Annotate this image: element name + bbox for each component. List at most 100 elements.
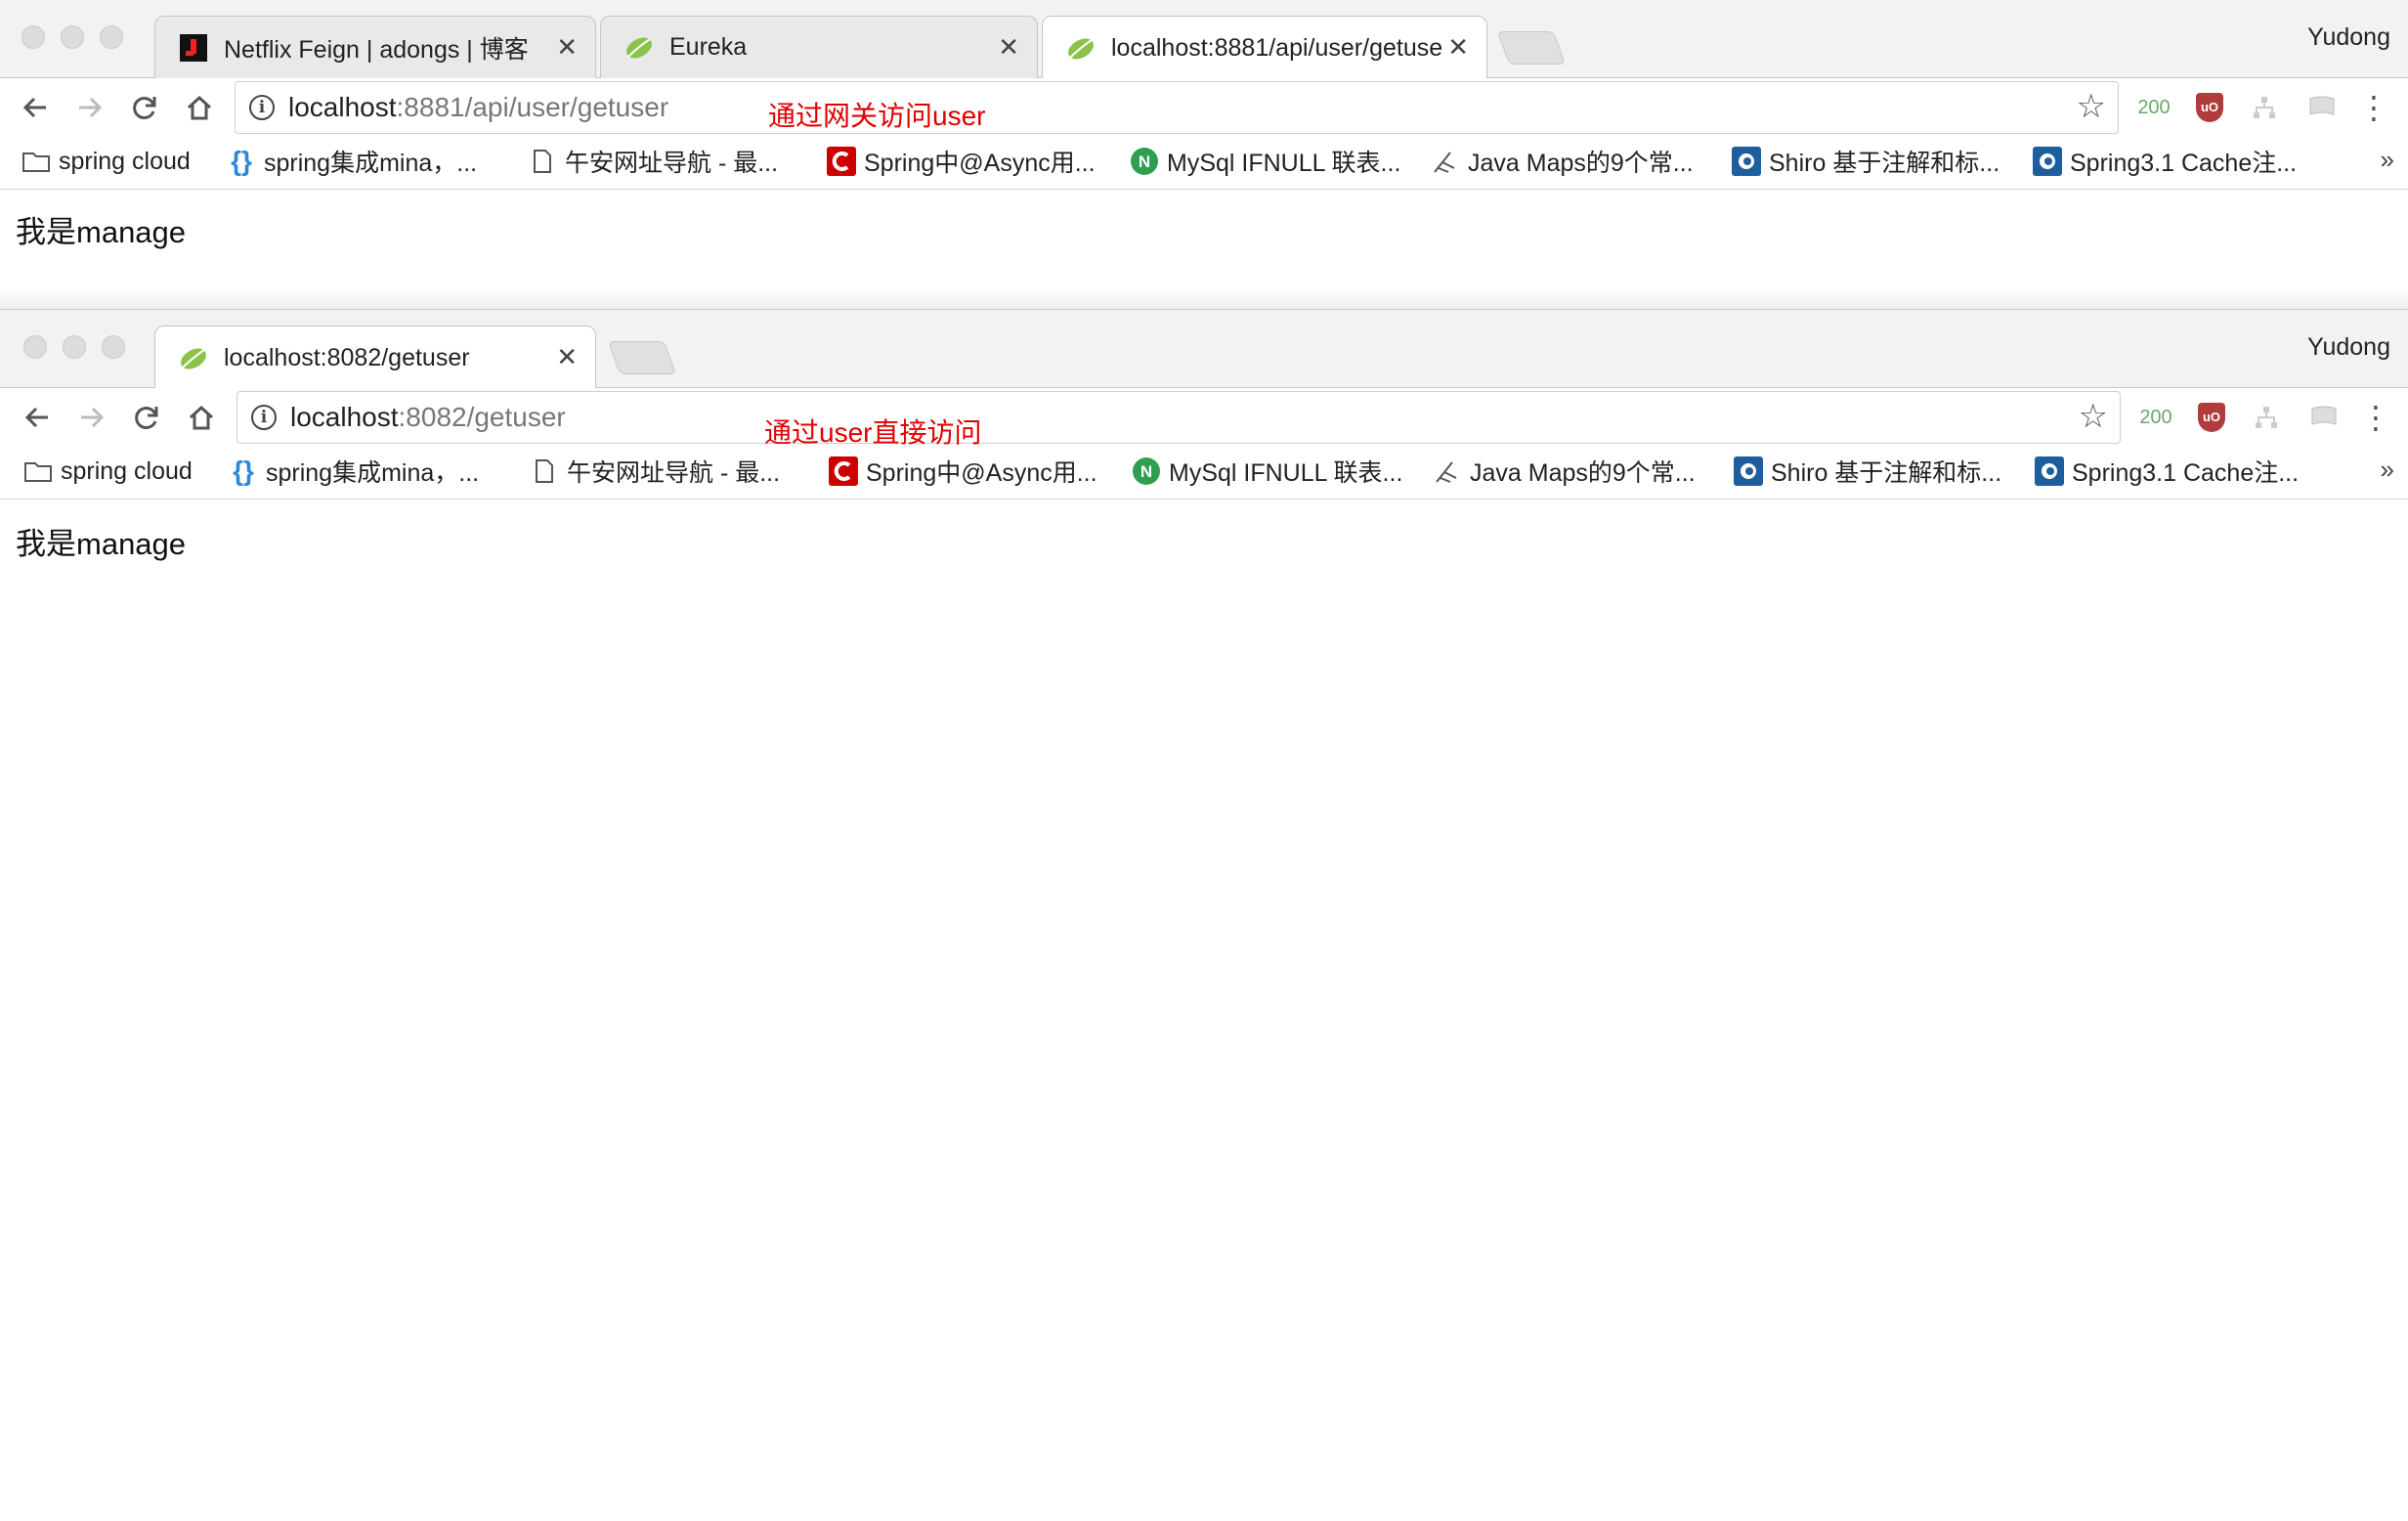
- profile-name[interactable]: Yudong: [2307, 23, 2390, 52]
- folder-icon: [22, 147, 51, 176]
- minimize-window-button[interactable]: [61, 25, 84, 49]
- spring-leaf-icon: [1066, 34, 1096, 64]
- bookmark-wuan-nav[interactable]: 午安网址导航 - 最...: [530, 455, 780, 488]
- bookmark-mysql-ifnull[interactable]: N MySql IFNULL 联表...: [1132, 455, 1402, 488]
- page-content-text: 我是manage: [16, 527, 187, 561]
- csdn-icon: [829, 456, 858, 486]
- braces-icon: {}: [233, 456, 254, 486]
- tab-title: localhost:8881/api/user/getuse: [1111, 34, 1443, 62]
- page-icon: [528, 147, 557, 176]
- tab-title: Netflix Feign | adongs | 博客: [224, 35, 529, 64]
- toolbar: i localhost:8082/getuser ☆ 通过user直接访问 20…: [0, 388, 2408, 448]
- url-text[interactable]: localhost:8881/api/user/getuser: [288, 92, 668, 123]
- address-bar[interactable]: i localhost:8082/getuser ☆: [236, 391, 2121, 444]
- close-window-button[interactable]: [22, 25, 45, 49]
- bookmark-wuan-nav[interactable]: 午安网址导航 - 最...: [528, 145, 778, 178]
- bookmarks-bar: spring cloud {} spring集成mina，... 午安网址导航 …: [0, 447, 2408, 500]
- bookmarks-overflow-icon[interactable]: »: [2381, 145, 2394, 175]
- reload-icon[interactable]: [127, 398, 166, 437]
- spring-leaf-icon: [624, 33, 654, 63]
- svg-text:N: N: [1140, 462, 1152, 481]
- tab-eureka[interactable]: Eureka ✕: [600, 16, 1038, 78]
- cnblogs-icon: [1734, 456, 1763, 486]
- bookmark-java-maps[interactable]: Java Maps的9个常...: [1431, 145, 1694, 178]
- home-icon[interactable]: [182, 398, 221, 437]
- flag-icon[interactable]: [2306, 402, 2342, 433]
- bookmark-mysql-ifnull[interactable]: N MySql IFNULL 联表...: [1130, 145, 1400, 178]
- new-tab-button[interactable]: [607, 341, 677, 374]
- info-icon[interactable]: i: [251, 405, 277, 430]
- bookmark-spring-cloud[interactable]: spring cloud: [22, 145, 191, 178]
- braces-icon: {}: [231, 146, 252, 176]
- spring-leaf-icon: [179, 344, 208, 373]
- red-annotation: 通过网关访问user: [768, 101, 986, 131]
- bookmark-spring-cache[interactable]: Spring3.1 Cache注...: [2035, 455, 2299, 488]
- bookmark-spring-async[interactable]: Spring中@Async用...: [827, 145, 1096, 178]
- bookmark-shiro[interactable]: Shiro 基于注解和标...: [1732, 145, 2000, 178]
- ublock-icon[interactable]: uO: [2193, 92, 2226, 123]
- new-tab-button[interactable]: [1496, 31, 1567, 65]
- cnblogs-icon: [1732, 147, 1761, 176]
- tab-localhost-8881[interactable]: localhost:8881/api/user/getuse ✕: [1042, 16, 1487, 80]
- info-icon[interactable]: i: [249, 95, 275, 120]
- bookmark-star-icon[interactable]: ☆: [2079, 400, 2108, 433]
- close-window-button[interactable]: [23, 335, 47, 359]
- flag-icon[interactable]: [2304, 92, 2340, 123]
- close-tab-icon[interactable]: ✕: [998, 34, 1019, 60]
- minimize-window-button[interactable]: [63, 335, 86, 359]
- close-tab-icon[interactable]: ✕: [1447, 34, 1469, 60]
- forward-icon[interactable]: [70, 88, 109, 127]
- bookmark-java-maps[interactable]: Java Maps的9个常...: [1433, 455, 1696, 488]
- tab-title: localhost:8082/getuser: [224, 344, 470, 371]
- page-icon: [530, 456, 559, 486]
- cnblogs-icon: [2035, 456, 2064, 486]
- tab-localhost-8082[interactable]: localhost:8082/getuser ✕: [154, 326, 596, 390]
- bookmarks-overflow-icon[interactable]: »: [2381, 455, 2394, 485]
- bookmark-spring-mina[interactable]: {} spring集成mina，...: [229, 455, 479, 488]
- sitemap-icon[interactable]: [2248, 92, 2281, 123]
- browser-window-gateway: Netflix Feign | adongs | 博客 ✕ Eureka ✕ l…: [0, 0, 2408, 299]
- bookmarks-bar: spring cloud {} spring集成mina，... 午安网址导航 …: [0, 137, 2408, 190]
- bookmark-shiro[interactable]: Shiro 基于注解和标...: [1734, 455, 2001, 488]
- bookmark-spring-cache[interactable]: Spring3.1 Cache注...: [2033, 145, 2297, 178]
- feather-icon: [1431, 147, 1460, 176]
- bookmark-spring-async[interactable]: Spring中@Async用...: [829, 455, 1097, 488]
- back-icon[interactable]: [16, 88, 55, 127]
- home-icon[interactable]: [180, 88, 219, 127]
- menu-dots-icon[interactable]: ⋮: [2358, 92, 2389, 123]
- cnblogs-icon: [2033, 147, 2062, 176]
- close-tab-icon[interactable]: ✕: [556, 34, 578, 60]
- feather-icon: [1433, 456, 1462, 486]
- status-200-extension[interactable]: 200: [2136, 402, 2175, 433]
- toolbar: i localhost:8881/api/user/getuser ☆ 通过网关…: [0, 78, 2408, 137]
- bookmark-spring-mina[interactable]: {} spring集成mina，...: [227, 145, 477, 178]
- bookmark-star-icon[interactable]: ☆: [2077, 90, 2106, 123]
- reload-icon[interactable]: [125, 88, 164, 127]
- zoom-window-button[interactable]: [100, 25, 123, 49]
- status-200-extension[interactable]: 200: [2134, 92, 2173, 123]
- n-badge-icon: N: [1130, 147, 1159, 176]
- n-badge-icon: N: [1132, 456, 1161, 486]
- sitemap-icon[interactable]: [2250, 402, 2283, 433]
- tab-strip: Netflix Feign | adongs | 博客 ✕ Eureka ✕ l…: [0, 0, 2408, 80]
- csdn-icon: [827, 147, 856, 176]
- browser-window-direct: localhost:8082/getuser ✕ Yudong i localh…: [0, 309, 2408, 1521]
- tab-netflix-feign[interactable]: Netflix Feign | adongs | 博客 ✕: [154, 16, 596, 78]
- tab-strip: localhost:8082/getuser ✕ Yudong: [0, 310, 2408, 390]
- folder-icon: [23, 456, 53, 486]
- zoom-window-button[interactable]: [102, 335, 125, 359]
- back-icon[interactable]: [18, 398, 57, 437]
- ublock-icon[interactable]: uO: [2195, 402, 2228, 433]
- menu-dots-icon[interactable]: ⋮: [2360, 402, 2391, 433]
- page-content-text: 我是manage: [16, 215, 187, 249]
- window-gap: [0, 289, 2408, 311]
- tab-title: Eureka: [669, 33, 748, 61]
- address-bar[interactable]: i localhost:8881/api/user/getuser ☆: [235, 81, 2119, 134]
- bookmark-spring-cloud[interactable]: spring cloud: [23, 455, 193, 488]
- profile-name[interactable]: Yudong: [2307, 333, 2390, 362]
- close-tab-icon[interactable]: ✕: [556, 344, 578, 369]
- url-text[interactable]: localhost:8082/getuser: [290, 402, 566, 433]
- svg-text:N: N: [1139, 152, 1150, 171]
- forward-icon[interactable]: [72, 398, 111, 437]
- jianshu-icon: [179, 33, 208, 63]
